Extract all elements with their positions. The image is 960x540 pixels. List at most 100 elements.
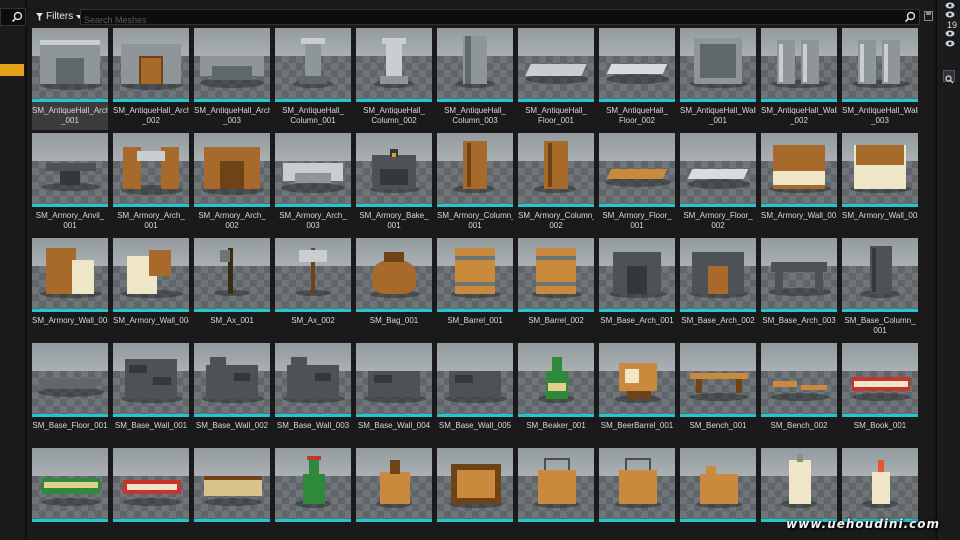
asset-tile[interactable]: SM_Barrel_002 xyxy=(518,238,594,340)
asset-label: SM_Beaker_001 xyxy=(526,421,586,430)
asset-label: SM_Bag_001 xyxy=(369,316,419,325)
asset-tile[interactable]: SM_AntiqueHall_ Column_001 xyxy=(275,28,351,130)
thumbnail-shape xyxy=(872,248,876,292)
asset-tile[interactable] xyxy=(356,448,432,540)
dark-wall-broken-icon xyxy=(194,343,270,417)
asset-tile[interactable]: SM_Barrel_001 xyxy=(437,238,513,340)
eye-icon[interactable] xyxy=(945,2,955,9)
asset-label: SM_Book_001 xyxy=(853,421,907,430)
eye-icon[interactable] xyxy=(945,11,955,18)
asset-tile[interactable]: SM_AntiqueHall_ Floor_002 xyxy=(599,28,675,130)
asset-tile[interactable]: SM_Armory_Arch_ 003 xyxy=(275,133,351,235)
asset-label: SM_AntiqueHall_ Column_002 xyxy=(363,106,425,125)
asset-tile[interactable] xyxy=(32,448,108,540)
thumbnail-shape xyxy=(872,472,890,504)
asset-tile[interactable] xyxy=(680,448,756,540)
asset-tile[interactable]: SM_Armory_Wall_001 xyxy=(761,133,837,235)
asset-tile[interactable]: SM_Armory_Arch_ 002 xyxy=(194,133,270,235)
dark-column-icon xyxy=(842,238,918,312)
asset-tile[interactable]: SM_Base_Wall_001 xyxy=(113,343,189,445)
asset-tile[interactable]: SM_AntiqueHall_ Column_002 xyxy=(356,28,432,130)
asset-tile[interactable]: SM_Armory_Wall_002 xyxy=(842,133,918,235)
anvil-icon xyxy=(32,133,108,207)
floor-slab-light-icon xyxy=(680,133,756,207)
thumbnail-shape xyxy=(854,381,908,387)
eye-icon[interactable] xyxy=(945,40,955,47)
asset-tile[interactable]: SM_Armory_Floor_ 002 xyxy=(680,133,756,235)
save-search-icon[interactable] xyxy=(924,11,933,21)
oven-icon xyxy=(356,133,432,207)
asset-tile[interactable] xyxy=(113,448,189,540)
thumbnail-shape xyxy=(544,458,570,470)
asset-tile[interactable]: SM_Base_Wall_005 xyxy=(437,343,513,445)
right-panel: 19 xyxy=(936,0,960,540)
thumbnail-shape xyxy=(455,256,495,260)
asset-tile[interactable] xyxy=(194,448,270,540)
view-options-button[interactable] xyxy=(943,70,955,84)
asset-tile[interactable]: SM_AntiqueHall_Arch _002 xyxy=(113,28,189,130)
thumbnail-shape xyxy=(42,498,100,506)
asset-tile[interactable]: SM_Armory_Column_ 001 xyxy=(437,133,513,235)
thumbnail-shape xyxy=(552,357,562,373)
thumbnail-shape xyxy=(690,393,748,401)
thumbnail-shape xyxy=(627,391,651,399)
asset-tile[interactable]: SM_Armory_Bake_ 001 xyxy=(356,133,432,235)
search-input[interactable] xyxy=(81,13,919,27)
asset-tile[interactable]: SM_Armory_Arch_ 001 xyxy=(113,133,189,235)
asset-label xyxy=(275,522,351,540)
asset-tile[interactable] xyxy=(518,448,594,540)
asset-tile[interactable]: SM_Armory_Floor_ 001 xyxy=(599,133,675,235)
asset-tile[interactable]: SM_Base_Arch_003 xyxy=(761,238,837,340)
bucket-broken-icon xyxy=(680,448,756,522)
asset-tile[interactable]: SM_Armory_Wall_003 xyxy=(32,238,108,340)
asset-tile[interactable] xyxy=(599,448,675,540)
asset-tile[interactable]: SM_AntiqueHall_Wall _002 xyxy=(761,28,837,130)
asset-tile[interactable]: SM_BeerBarrel_001 xyxy=(599,343,675,445)
asset-tile[interactable]: SM_Armory_Anvil_ 001 xyxy=(32,133,108,235)
eye-icon[interactable] xyxy=(945,30,955,37)
search-icon[interactable] xyxy=(904,11,916,23)
selected-folder-highlight[interactable] xyxy=(0,64,24,76)
asset-tile[interactable]: SM_Base_Arch_002 xyxy=(680,238,756,340)
asset-tile[interactable]: SM_Bag_001 xyxy=(356,238,432,340)
crate-icon xyxy=(437,448,513,522)
asset-tile[interactable]: SM_Base_Floor_001 xyxy=(32,343,108,445)
thumbnail-shape xyxy=(39,379,101,389)
asset-tile[interactable]: SM_AntiqueHall_Wall _001 xyxy=(680,28,756,130)
asset-label: SM_Armory_Floor_ 002 xyxy=(683,211,753,230)
asset-tile[interactable]: SM_Bench_002 xyxy=(761,343,837,445)
asset-tile[interactable] xyxy=(275,448,351,540)
asset-tile[interactable]: SM_Ax_002 xyxy=(275,238,351,340)
asset-tile[interactable]: SM_Book_001 xyxy=(842,343,918,445)
asset-tile[interactable]: SM_AntiqueHall_Arch _001 xyxy=(32,28,108,130)
left-search-box[interactable] xyxy=(0,8,26,26)
asset-tile[interactable]: SM_Beaker_001 xyxy=(518,343,594,445)
asset-tile[interactable]: SM_Base_Arch_001 xyxy=(599,238,675,340)
wood-wall-corner-light-icon xyxy=(113,238,189,312)
asset-tile[interactable]: SM_AntiqueHall_ Floor_001 xyxy=(518,28,594,130)
asset-tile[interactable]: SM_Base_Column_ 001 xyxy=(842,238,918,340)
asset-tile[interactable]: SM_Armory_Column_ 002 xyxy=(518,133,594,235)
asset-tile[interactable]: SM_Ax_001 xyxy=(194,238,270,340)
asset-tile[interactable] xyxy=(437,448,513,540)
asset-label xyxy=(437,522,513,540)
asset-tile[interactable]: SM_Armory_Wall_004 xyxy=(113,238,189,340)
asset-tile[interactable]: SM_Base_Wall_002 xyxy=(194,343,270,445)
asset-tile[interactable]: SM_Bench_001 xyxy=(680,343,756,445)
book-green-icon xyxy=(32,448,108,522)
filter-icon xyxy=(36,13,43,21)
content-browser: Filters SM_AntiqueHall_Arch _001SM_Antiq… xyxy=(28,0,955,540)
asset-label: SM_Armory_Wall_004 xyxy=(113,316,189,325)
asset-tile[interactable]: SM_Base_Wall_004 xyxy=(356,343,432,445)
asset-tile[interactable]: SM_Base_Wall_003 xyxy=(275,343,351,445)
asset-tile[interactable]: SM_AntiqueHall_Arch _003 xyxy=(194,28,270,130)
thumbnail-shape xyxy=(627,266,647,294)
filters-button[interactable]: Filters xyxy=(32,9,86,25)
asset-tile[interactable]: SM_AntiqueHall_Wall _003 xyxy=(842,28,918,130)
asset-tile[interactable]: SM_AntiqueHall_ Column_003 xyxy=(437,28,513,130)
book-tan-icon xyxy=(194,448,270,522)
thumbnail-shape xyxy=(536,256,576,260)
thumbnail-shape xyxy=(815,272,823,290)
search-icon[interactable] xyxy=(11,11,23,23)
book-red-icon xyxy=(842,343,918,417)
